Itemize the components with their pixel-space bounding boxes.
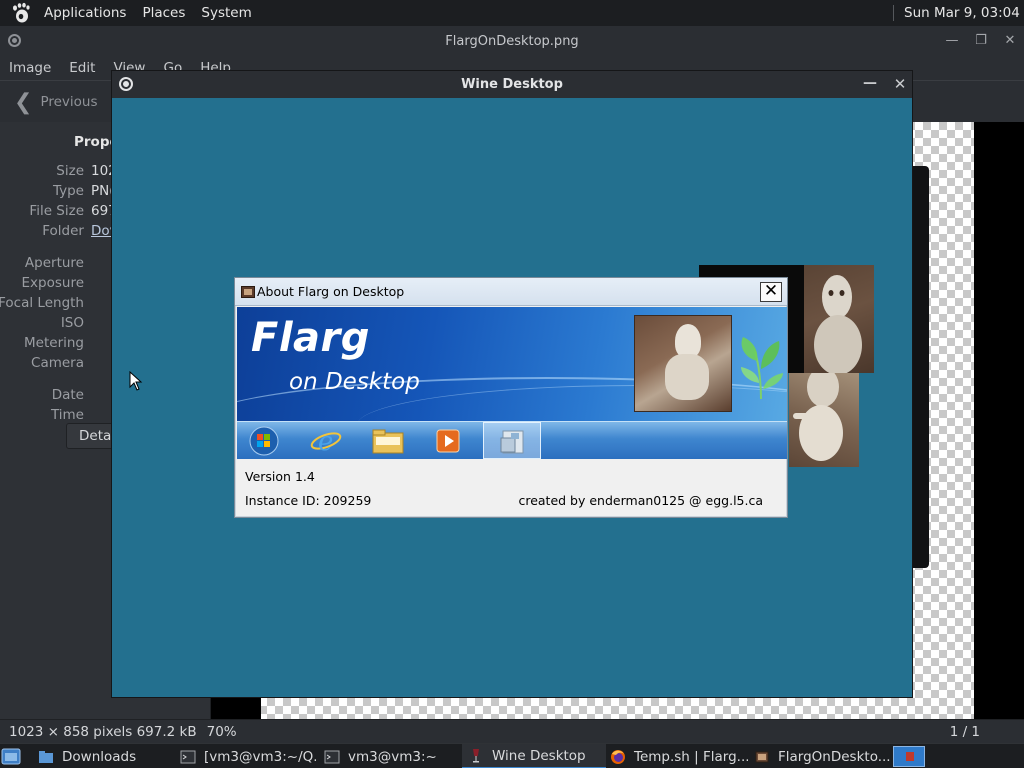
exif-metering-label: Metering [24, 335, 84, 351]
exif-aperture-label: Aperture [24, 255, 84, 271]
workspace-window-thumbnail [906, 752, 914, 761]
opossum-figure-icon [793, 373, 843, 461]
exif-focal-length-label: Focal Length [0, 295, 84, 311]
wine-desktop-titlebar[interactable]: Wine Desktop — ✕ [112, 71, 912, 98]
previous-button[interactable]: ❮ Previous [14, 89, 98, 115]
opossum-banner-photo [634, 315, 732, 412]
image-viewer-title: FlargOnDesktop.png [445, 33, 579, 49]
brand-subtitle: on Desktop [289, 369, 420, 395]
minimize-icon[interactable]: — [941, 30, 963, 52]
task-terminal-1[interactable]: [vm3@vm3:~/Q... [174, 744, 316, 768]
play-icon [436, 429, 460, 453]
panel-separator [893, 5, 894, 21]
workspace-switcher[interactable] [893, 746, 925, 767]
image-viewer-titlebar[interactable]: FlargOnDesktop.png — ❐ ✕ [0, 26, 1024, 56]
image-dimensions: 1023 × 858 pixels 697.2 kB [9, 723, 197, 740]
menu-edit[interactable]: Edit [60, 60, 104, 76]
opossum-photo[interactable] [804, 265, 874, 373]
prop-type-label: Type [52, 183, 84, 199]
task-label: Temp.sh | Flarg... [634, 748, 748, 765]
exif-exposure-label: Exposure [21, 275, 85, 291]
task-label: vm3@vm3:~ [348, 748, 437, 765]
opossum-head [675, 324, 701, 358]
explorer-folder-icon[interactable] [361, 425, 415, 457]
task-label: Downloads [62, 748, 137, 765]
folder-icon [372, 429, 404, 454]
prop-filesize-label: File Size [29, 203, 84, 219]
image-black-region [974, 122, 1024, 719]
about-dialog-title: About Flarg on Desktop [257, 284, 405, 299]
version-text: Version 1.4 [245, 469, 315, 484]
window-menu-icon[interactable] [8, 34, 21, 47]
prop-size-label: Size [56, 163, 84, 179]
windows-start-icon[interactable] [237, 425, 291, 457]
task-downloads[interactable]: Downloads [30, 744, 170, 768]
top-panel: Applications Places System Sun Mar 9, 03… [0, 0, 1024, 26]
opossum-photo[interactable] [789, 373, 859, 467]
task-label: Wine Desktop [492, 747, 586, 764]
system-menu[interactable]: System [193, 0, 259, 26]
terminal-icon [324, 750, 340, 763]
time-label: Time [50, 407, 84, 423]
date-label: Date [51, 387, 84, 403]
svg-text:e: e [318, 427, 333, 457]
exif-iso-label: ISO [60, 315, 84, 331]
about-icon-strip: e [237, 421, 787, 459]
about-dialog-titlebar[interactable]: About Flarg on Desktop ✕ [235, 278, 787, 306]
mouse-pointer-icon [129, 371, 143, 391]
chevron-left-icon: ❮ [14, 89, 33, 115]
image-viewer-statusbar: 1023 × 858 pixels 697.2 kB 70% 1 / 1 [0, 719, 1024, 743]
image-position: 1 / 1 [949, 723, 980, 740]
internet-explorer-icon[interactable]: e [299, 425, 353, 457]
task-terminal-2[interactable]: vm3@vm3:~ [318, 744, 458, 768]
brand-title: Flarg [251, 315, 370, 361]
credits-text: created by enderman0125 @ egg.l5.ca [518, 493, 763, 508]
bottom-panel: Downloads [vm3@vm3:~/Q... vm3@vm3:~ Wine… [0, 743, 1024, 768]
clock[interactable]: Sun Mar 9, 03:04 [904, 0, 1020, 26]
maximize-icon[interactable]: ❐ [970, 30, 992, 52]
flarg-app-icon [241, 286, 255, 298]
window-menu-icon[interactable] [119, 77, 133, 91]
applications-menu[interactable]: Applications [36, 0, 134, 26]
show-desktop-icon[interactable] [0, 747, 22, 766]
opossum-body [665, 354, 709, 400]
opossum-figure-icon [814, 275, 862, 373]
image-viewer-icon [755, 751, 769, 762]
about-dialog: About Flarg on Desktop ✕ Flarg on Deskto… [234, 277, 788, 518]
task-firefox[interactable]: Temp.sh | Flarg... [606, 744, 748, 768]
exif-camera-label: Camera [31, 355, 84, 371]
minimize-icon[interactable]: — [860, 74, 880, 94]
prop-folder-label: Folder [42, 223, 84, 239]
windows-orb-icon [249, 426, 279, 456]
window-icon [500, 430, 524, 454]
menu-image[interactable]: Image [0, 60, 60, 76]
task-image-viewer[interactable]: FlargOnDeskto... [750, 744, 890, 768]
gnome-foot-icon[interactable] [10, 2, 32, 24]
zoom-level: 70% [206, 723, 237, 740]
previous-label: Previous [40, 94, 98, 110]
instance-id-text: Instance ID: 209259 [245, 493, 372, 508]
close-icon[interactable]: ✕ [890, 74, 910, 94]
wine-desktop-title: Wine Desktop [461, 77, 563, 92]
about-banner: Flarg on Desktop [237, 307, 787, 421]
flarg-program-icon[interactable] [485, 425, 539, 457]
places-menu[interactable]: Places [134, 0, 193, 26]
task-label: FlargOnDeskto... [778, 748, 890, 765]
about-close-button[interactable]: ✕ [760, 282, 782, 302]
wine-icon [473, 748, 479, 762]
folder-icon [39, 750, 53, 763]
task-wine-desktop[interactable]: Wine Desktop [462, 744, 606, 768]
leaf-logo-icon [741, 337, 783, 400]
image-black-corner [211, 697, 261, 719]
media-player-icon[interactable] [421, 425, 475, 457]
close-icon[interactable]: ✕ [999, 30, 1021, 52]
firefox-icon [611, 749, 625, 764]
task-label: [vm3@vm3:~/Q... [204, 748, 316, 765]
ie-logo-icon: e [310, 427, 342, 457]
terminal-icon [180, 750, 196, 763]
image-shadow-strip [911, 166, 929, 568]
